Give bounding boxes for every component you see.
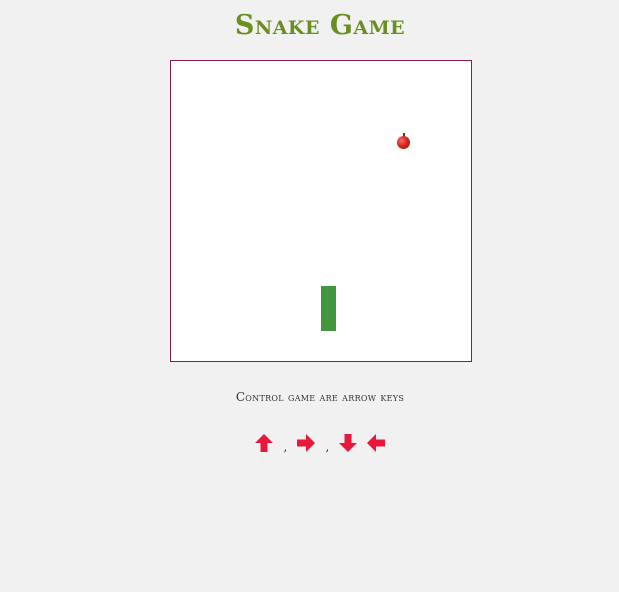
snake-segment: [321, 286, 336, 301]
apple-icon: [397, 136, 410, 149]
game-board[interactable]: [170, 60, 472, 362]
page-title: Snake Game: [234, 10, 406, 41]
arrow-keys-legend: , ,: [0, 432, 619, 458]
separator: ,: [325, 440, 330, 454]
snake-segment: [321, 301, 336, 316]
arrow-left-icon: [366, 434, 385, 452]
arrow-down-icon: [339, 434, 358, 452]
arrow-right-icon: [297, 434, 316, 452]
arrow-up-icon: [255, 434, 274, 452]
snake-segment: [321, 316, 336, 331]
controls-instruction: Control game are arrow keys: [235, 390, 405, 404]
separator: ,: [283, 440, 288, 454]
